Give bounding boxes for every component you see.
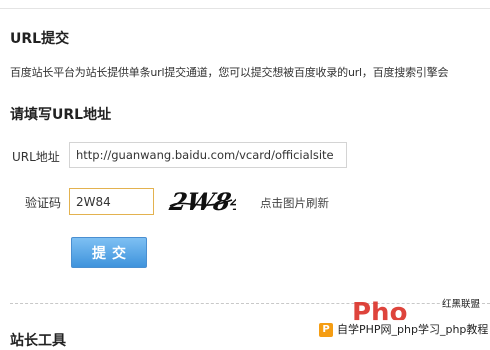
refresh-captcha-link[interactable]: 点击图片刷新 [260, 195, 329, 211]
captcha-label: 验证码 [25, 196, 62, 210]
watermark-bar: P 自学PHP网_php学习_php教程 [316, 320, 490, 340]
watermark-side-text: 红黑联盟 [442, 299, 480, 310]
section-title-webmaster-tools: 站长工具 [10, 333, 66, 349]
url-input[interactable] [69, 142, 347, 168]
submit-button[interactable]: 提交 [71, 237, 147, 268]
captcha-input[interactable] [69, 188, 154, 215]
url-label: URL地址 [12, 150, 60, 164]
captcha-image[interactable]: 2W84 [166, 184, 236, 218]
intro-text: 百度站长平台为站长提供单条url提交通道，您可以提交想被百度收录的url，百度搜… [10, 66, 449, 79]
section-title-fill-url: 请填写URL地址 [10, 107, 112, 123]
watermark-bar-text: 自学PHP网_php学习_php教程 [337, 323, 489, 336]
watermark-side-line1: 红黑联盟 [442, 299, 481, 310]
top-divider [0, 8, 490, 9]
php-logo-icon: P [319, 323, 333, 337]
section-title-url-submit: URL提交 [10, 31, 70, 47]
